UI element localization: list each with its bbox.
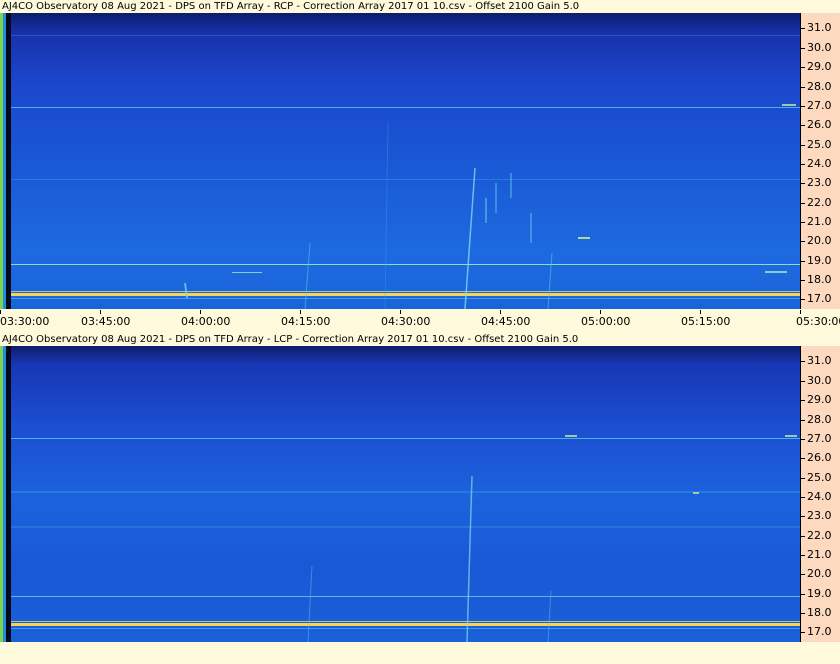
- rcp-ytick-label: 22.0: [801, 195, 832, 209]
- rcp-ytick-label: 20.0: [801, 234, 832, 248]
- lcp-ytick-label: 20.0: [801, 567, 832, 581]
- lcp-ytick-label: 31.0: [801, 354, 832, 368]
- rcp-ytick-label: 24.0: [801, 156, 832, 170]
- rcp-ytick-label: 26.0: [801, 118, 832, 132]
- lcp-ytick-label: 26.0: [801, 451, 832, 465]
- lcp-ytick-label: 29.0: [801, 393, 832, 407]
- time-tick-label: 05:30:00: [796, 315, 840, 328]
- rcp-ytick-label: 27.0: [801, 98, 832, 112]
- time-tick-label: 05:15:00: [681, 315, 731, 328]
- time-tick-mark: [500, 310, 501, 314]
- lcp-ytick-label: 24.0: [801, 489, 832, 503]
- time-tick-mark: [400, 310, 401, 314]
- rcp-panel-title: AJ4CO Observatory 08 Aug 2021 - DPS on T…: [2, 1, 580, 12]
- rcp-ytick-label: 29.0: [801, 60, 832, 74]
- time-tick-mark: [200, 310, 201, 314]
- rcp-ytick-label: 21.0: [801, 214, 832, 228]
- lcp-ytick-label: 18.0: [801, 605, 832, 619]
- lcp-ytick-label: 21.0: [801, 547, 832, 561]
- lcp-ytick-label: 22.0: [801, 528, 832, 542]
- time-tick-label: 04:00:00: [181, 315, 231, 328]
- lcp-ytick-label: 25.0: [801, 470, 832, 484]
- time-tick-mark: [600, 310, 601, 314]
- time-tick-mark: [700, 310, 701, 314]
- rcp-ytick-label: 19.0: [801, 253, 832, 267]
- lcp-ytick-label: 19.0: [801, 586, 832, 600]
- rcp-frequency-axis: 31.0 30.0 29.0 28.0 27.0 26.0 25.0 24.0 23.0 22.0…: [800, 13, 840, 309]
- time-tick-mark: [0, 310, 1, 314]
- time-tick-label: 04:15:00: [281, 315, 331, 328]
- rcp-ytick-label: 18.0: [801, 272, 832, 286]
- lcp-spectrogram: [0, 346, 800, 642]
- lcp-ytick-label: 28.0: [801, 412, 832, 426]
- time-axis: 03:30:00 03:45:00 04:00:00 04:15:00 04:30:00…: [0, 310, 840, 330]
- time-tick-label: 04:45:00: [481, 315, 531, 328]
- rcp-ytick-label: 30.0: [801, 40, 832, 54]
- rcp-ytick-label: 31.0: [801, 21, 832, 35]
- time-tick-label: 03:30:00: [0, 315, 50, 328]
- time-tick-label: 04:30:00: [381, 315, 431, 328]
- lcp-ytick-label: 23.0: [801, 509, 832, 523]
- lcp-ytick-label: 30.0: [801, 373, 832, 387]
- rcp-ytick-label: 25.0: [801, 137, 832, 151]
- lcp-panel-title: AJ4CO Observatory 08 Aug 2021 - DPS on T…: [2, 334, 579, 345]
- lcp-frequency-axis: 31.0 30.0 29.0 28.0 27.0 26.0 25.0 24.0 23.0 22.0…: [800, 346, 840, 642]
- rcp-ytick-label: 17.0: [801, 292, 832, 306]
- time-tick-mark: [800, 310, 801, 314]
- rcp-ytick-label: 23.0: [801, 176, 832, 190]
- rcp-spectrogram: [0, 13, 800, 309]
- time-tick-label: 05:00:00: [581, 315, 631, 328]
- lcp-ytick-label: 27.0: [801, 431, 832, 445]
- time-tick-mark: [300, 310, 301, 314]
- time-tick-label: 03:45:00: [81, 315, 131, 328]
- lcp-interference-lines: [11, 435, 800, 642]
- rcp-ytick-label: 28.0: [801, 79, 832, 93]
- lcp-ytick-label: 17.0: [801, 625, 832, 639]
- rcp-interference-lines: [11, 35, 800, 309]
- time-tick-mark: [100, 310, 101, 314]
